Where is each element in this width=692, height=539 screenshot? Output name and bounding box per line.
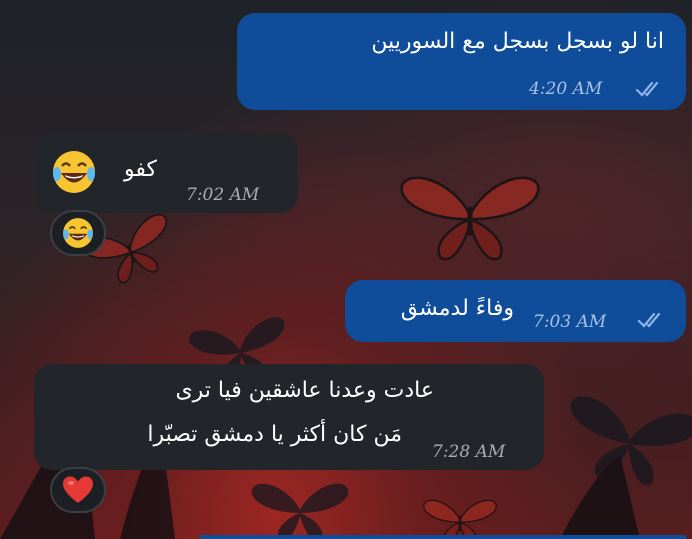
read-receipt-icon — [635, 81, 659, 97]
message-time: 7:03 AM — [533, 312, 607, 332]
red-heart-emoji-icon — [63, 476, 93, 503]
message-bubble-incoming[interactable]: كفو 7:02 AM — [34, 133, 298, 213]
read-receipt-icon — [637, 312, 661, 328]
message-time: 7:28 AM — [432, 442, 506, 462]
message-bubble-incoming[interactable]: عادت وعدنا عاشقين فيا ترى مَن كان أكثر ي… — [34, 364, 544, 470]
laughing-tears-emoji-icon — [63, 218, 93, 248]
message-reaction[interactable] — [50, 467, 106, 513]
message-text: كفو — [124, 157, 157, 182]
message-text: وفاءً لدمشق — [400, 296, 514, 321]
message-text-line-1: عادت وعدنا عاشقين فيا ترى — [175, 378, 434, 403]
message-bubble-outgoing[interactable]: انا لو بسجل بسجل مع السوريين 4:20 AM — [237, 13, 686, 110]
next-message-bubble-edge — [200, 535, 686, 539]
message-text-line-2: مَن كان أكثر يا دمشق تصبّرا — [147, 422, 402, 447]
message-text: انا لو بسجل بسجل مع السوريين — [371, 29, 664, 54]
message-time: 4:20 AM — [529, 79, 603, 99]
message-reaction[interactable] — [50, 210, 106, 256]
message-time: 7:02 AM — [186, 185, 260, 205]
message-bubble-outgoing[interactable]: وفاءً لدمشق 7:03 AM — [345, 280, 686, 342]
laughing-tears-emoji-icon — [50, 148, 98, 200]
